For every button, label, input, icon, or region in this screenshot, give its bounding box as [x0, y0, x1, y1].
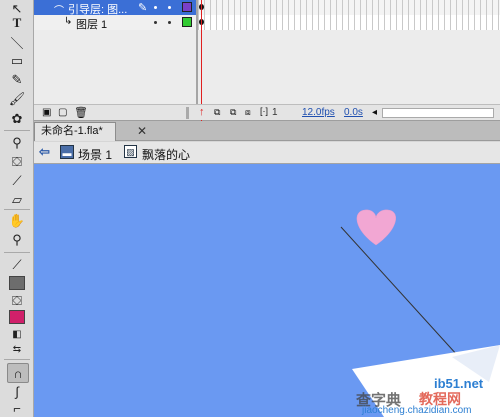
- pencil-icon[interactable]: ✎: [7, 71, 27, 89]
- pencil-edit-icon: ✎: [138, 2, 148, 14]
- frame-area-empty: [198, 30, 500, 104]
- text-icon[interactable]: T: [7, 14, 27, 32]
- layer-row-guide[interactable]: ⌒ 引导层: 图... ✎: [34, 0, 500, 17]
- document-tab-bar: 未命名-1.fla* ✕: [34, 121, 500, 141]
- visibility-dot[interactable]: [154, 21, 157, 24]
- onion-outlines-icon[interactable]: ⧉: [230, 107, 236, 118]
- tools-separator: [4, 252, 30, 253]
- guide-layer-frames[interactable]: [198, 0, 500, 15]
- horizontal-scrollbar[interactable]: [382, 108, 494, 118]
- rectangle-icon[interactable]: ▭: [7, 52, 27, 70]
- deco-icon[interactable]: ✿: [7, 110, 27, 128]
- timeline-panel: ⌒ 引导层: 图... ✎ ↳ 图层 1 ▣ ▢ 🗑 ↑ ⧉ ⧉ ⧈ [·] 1…: [34, 0, 500, 121]
- visibility-dot[interactable]: [154, 6, 157, 9]
- graphic-symbol-icon: ▨: [124, 145, 137, 158]
- eraser-icon[interactable]: ▱: [7, 191, 27, 209]
- stroke-color-swatch[interactable]: [7, 274, 27, 292]
- tools-separator: [4, 209, 30, 210]
- current-frame: 1: [272, 107, 278, 118]
- stroke-color-icon[interactable]: ⟋: [7, 256, 27, 274]
- outline-color-square[interactable]: [182, 17, 192, 27]
- back-arrow-icon[interactable]: ⇦: [39, 144, 53, 160]
- close-icon[interactable]: ✕: [137, 124, 147, 138]
- line-icon[interactable]: ＼: [7, 33, 27, 51]
- bone-icon[interactable]: ⚲: [7, 134, 27, 152]
- layer-list-empty: [34, 30, 196, 104]
- brush-icon[interactable]: 🖌: [7, 90, 27, 108]
- timeline-divider: [196, 0, 198, 104]
- elapsed-time[interactable]: 0.0s: [344, 107, 363, 118]
- scene-breadcrumb[interactable]: 场景 1: [78, 146, 112, 163]
- eyedropper-icon[interactable]: ⟋: [7, 172, 27, 190]
- center-frame-icon[interactable]: ↑: [199, 106, 205, 118]
- scroll-handle[interactable]: [186, 107, 189, 119]
- new-layer-icon[interactable]: ▣: [42, 107, 51, 118]
- outline-color-square[interactable]: [182, 2, 192, 12]
- straighten-icon[interactable]: ⌐: [7, 399, 27, 417]
- frame-rate[interactable]: 12.0fps: [302, 107, 335, 118]
- modify-markers-icon[interactable]: [·]: [260, 106, 268, 116]
- scroll-left-icon[interactable]: ◂: [372, 107, 377, 118]
- motion-guide-path: [340, 226, 459, 357]
- layer-row-1[interactable]: ↳ 图层 1: [34, 15, 500, 31]
- symbol-breadcrumb[interactable]: 飘落的心: [142, 146, 190, 163]
- lock-dot[interactable]: [168, 21, 171, 24]
- onion-skin-icon[interactable]: ⧉: [214, 107, 220, 118]
- delete-layer-icon[interactable]: 🗑: [74, 106, 88, 119]
- paint-bucket-icon[interactable]: ⛋: [7, 153, 27, 171]
- tools-separator: [4, 130, 30, 131]
- lock-dot[interactable]: [168, 6, 171, 9]
- scene-icon: ▬: [60, 145, 74, 159]
- hand-icon[interactable]: ✋: [7, 212, 27, 230]
- zoom-icon[interactable]: ⚲: [7, 231, 27, 249]
- document-tab-label: 未命名-1.fla*: [41, 125, 103, 137]
- stage[interactable]: ib51.net 查字典 教程网 jiaocheng.chazidian.com: [34, 164, 500, 417]
- snap-magnet-icon[interactable]: ∩: [7, 363, 29, 383]
- edit-multiple-frames-icon[interactable]: ⧈: [245, 107, 251, 118]
- heart-shape: [356, 209, 396, 246]
- timeline-status-bar: ▣ ▢ 🗑 ↑ ⧉ ⧉ ⧈ [·] 1 12.0fps 0.0s ◂: [34, 104, 500, 120]
- document-tab[interactable]: 未命名-1.fla*: [34, 122, 116, 141]
- swap-colors-icon[interactable]: ⇆: [7, 340, 27, 358]
- smooth-icon[interactable]: ∫: [7, 382, 27, 400]
- edit-bar: ⇦ ▬ 场景 1 ▨ 飘落的心: [34, 142, 500, 164]
- tools-separator: [4, 359, 30, 360]
- guided-layer-icon: ↳: [64, 16, 73, 27]
- playhead[interactable]: [201, 0, 202, 121]
- stage-canvas: [340, 209, 500, 417]
- new-folder-icon[interactable]: ▢: [58, 107, 67, 118]
- fill-color-swatch[interactable]: [7, 308, 27, 326]
- layer-1-frames[interactable]: [198, 15, 500, 30]
- tools-panel: ↖ T ＼ ▭ ✎ 🖌 ✿ ⚲ ⛋ ⟋ ▱ ✋ ⚲ ⟋ ⛋ ◧ ⇆ ∩ ∫ ⌐: [0, 0, 34, 417]
- watermark-url: jiaocheng.chazidian.com: [362, 405, 472, 416]
